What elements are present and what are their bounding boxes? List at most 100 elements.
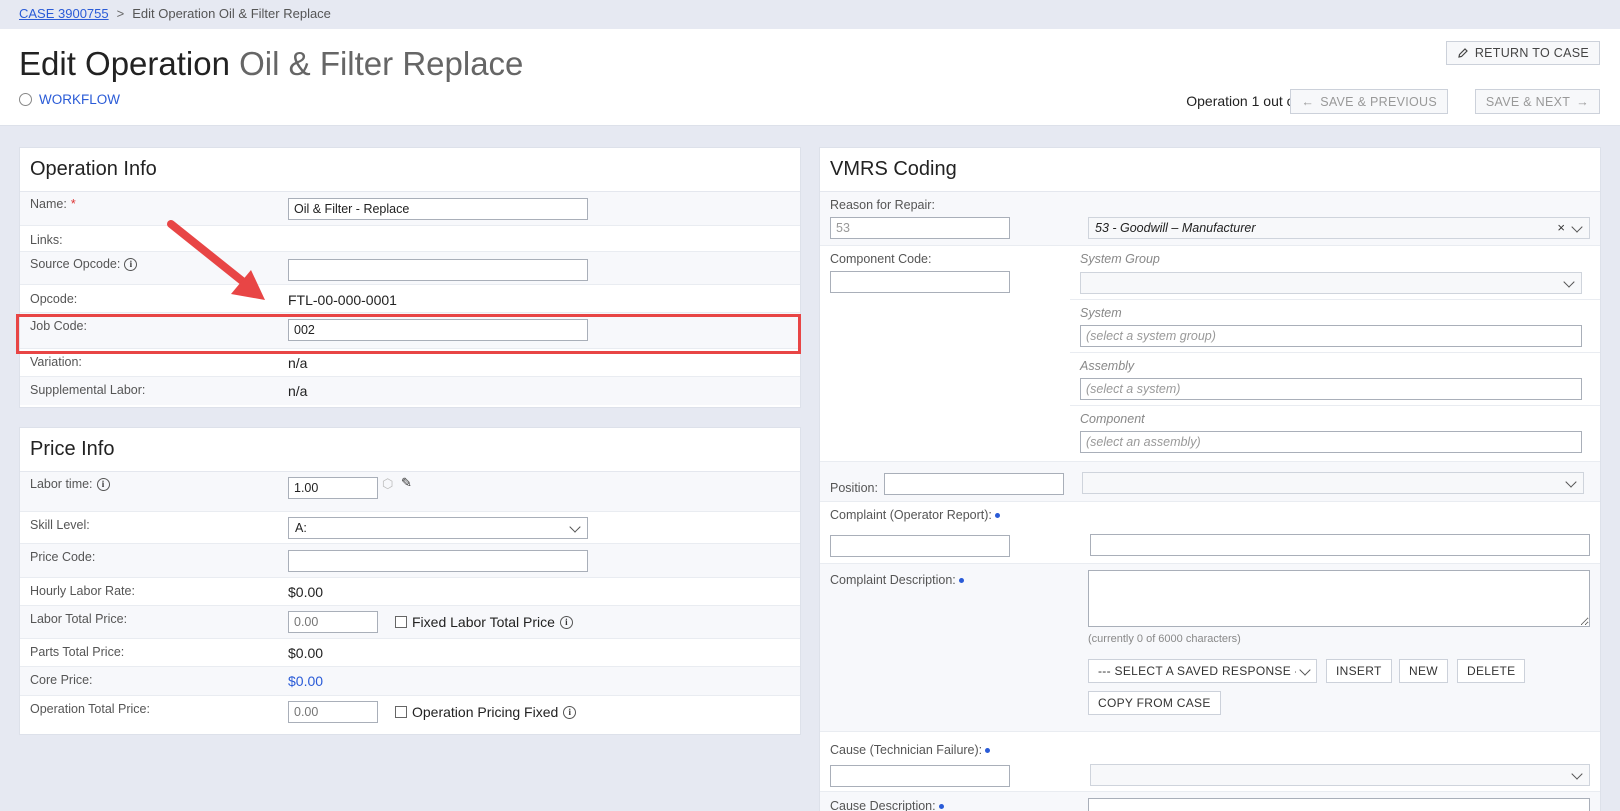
cause-row: Cause (Technician Failure): [820,732,1600,792]
reason-code-input[interactable] [830,217,1010,239]
opcode-value: FTL-00-000-0001 [288,292,397,308]
return-to-case-label: RETURN TO CASE [1474,46,1589,60]
workflow-label[interactable]: WORKFLOW [39,92,120,107]
name-label: Name: [30,197,67,211]
reason-select[interactable]: 53 - Goodwill – Manufacturer × [1088,217,1590,239]
labor-time-input[interactable] [288,477,378,499]
pencil-icon[interactable]: ✎ [401,475,412,491]
skill-level-value: A: [295,521,307,535]
cause-code-input[interactable] [830,765,1010,787]
opcode-row: Opcode: FTL-00-000-0001 [20,285,800,313]
operation-total-row: Operation Total Price: Operation Pricing… [20,696,800,729]
price-info-title: Price Info [20,428,800,472]
workflow-radio[interactable] [19,93,32,106]
save-next-button[interactable]: SAVE & NEXT → [1474,89,1600,114]
component-code-label: Component Code: [830,252,932,266]
hourly-rate-label: Hourly Labor Rate: [30,584,135,598]
required-dot-icon [994,513,1000,519]
supplemental-labor-row: Supplemental Labor: n/a [20,377,800,405]
operation-total-label: Operation Total Price: [30,702,150,716]
labor-time-label: Labor time: [30,477,93,491]
operation-info-panel: Operation Info Name:* Links: Source Opco… [19,147,801,408]
operation-pricing-fixed-label: Operation Pricing Fixed [412,704,559,720]
page-title: Edit Operation Oil & Filter Replace [19,45,523,83]
save-next-label: SAVE & NEXT [1485,94,1571,109]
breadcrumb-case-link[interactable]: CASE 3900755 [19,6,109,21]
new-button[interactable]: NEW [1399,659,1448,683]
cause-label: Cause (Technician Failure): [830,743,983,757]
cause-description-label: Cause Description: [830,799,936,811]
source-opcode-input[interactable] [288,259,588,281]
system-input[interactable]: (select a system group) [1080,325,1582,347]
links-label: Links: [30,233,63,247]
system-label: System [1080,306,1122,320]
core-price-row: Core Price: $0.00 [20,667,800,696]
skill-level-select[interactable]: A: [288,517,588,539]
page-header: Edit Operation Oil & Filter Replace WORK… [0,29,1620,126]
workflow-toggle[interactable]: WORKFLOW [19,92,120,107]
copy-from-case-button[interactable]: COPY FROM CASE [1088,691,1221,715]
save-previous-label: SAVE & PREVIOUS [1320,94,1437,109]
complaint-text-input[interactable] [1090,534,1590,556]
labor-time-row: Labor time:i ⬡ ✎ [20,472,800,512]
chevron-down-icon [1571,221,1583,233]
info-icon[interactable]: i [124,257,138,271]
fixed-labor-checkbox[interactable] [395,616,407,628]
info-icon[interactable]: i [563,705,577,719]
variation-label: Variation: [30,355,82,369]
delete-button[interactable]: DELETE [1457,659,1526,683]
required-dot-icon [958,578,964,584]
saved-response-select[interactable]: --- SELECT A SAVED RESPONSE --- [1088,659,1317,683]
labor-total-row: Labor Total Price: Fixed Labor Total Pri… [20,606,800,639]
component-input[interactable]: (select an assembly) [1080,431,1582,453]
complaint-description-row: Complaint Description: (currently 0 of 6… [820,564,1600,732]
fixed-labor-label: Fixed Labor Total Price [412,614,555,630]
supplemental-labor-value: n/a [288,383,308,399]
info-icon[interactable]: i [96,477,110,491]
labor-total-input[interactable] [288,611,378,633]
core-price-link[interactable]: $0.00 [288,673,323,689]
links-row: Links: [20,226,800,252]
return-to-case-button[interactable]: RETURN TO CASE [1445,41,1600,65]
system-group-label: System Group [1080,252,1160,266]
system-group-select[interactable] [1080,272,1582,294]
skill-level-label: Skill Level: [30,518,90,532]
operation-total-input[interactable] [288,701,378,723]
operation-pricing-fixed-checkbox[interactable] [395,706,407,718]
saved-response-value: --- SELECT A SAVED RESPONSE --- [1098,664,1296,678]
assembly-input[interactable]: (select a system) [1080,378,1582,400]
clear-icon[interactable]: × [1557,220,1565,235]
component-code-input[interactable] [830,271,1010,293]
arrow-left-icon: ← [1301,94,1315,109]
position-input[interactable] [884,473,1064,495]
skill-level-row: Skill Level: A: [20,512,800,544]
complaint-description-label: Complaint Description: [830,573,956,587]
pencil-icon [1458,48,1468,58]
component-sub-label: Component [1080,412,1145,426]
position-select[interactable] [1082,472,1584,494]
required-marker: * [70,197,76,211]
save-previous-button[interactable]: ← SAVE & PREVIOUS [1290,89,1448,114]
required-dot-icon [938,804,944,810]
red-arrow-icon [167,220,265,300]
chevron-down-icon [1299,664,1311,676]
complaint-description-textarea[interactable] [1088,570,1590,627]
name-input[interactable] [288,198,588,220]
breadcrumb-separator: > [116,6,125,21]
cause-select[interactable] [1090,764,1590,786]
info-icon[interactable]: i [559,615,573,629]
complaint-code-input[interactable] [830,535,1010,557]
chevron-down-icon [1563,276,1575,288]
position-label: Position: [830,481,878,495]
operation-info-rows: Name:* Links: Source Opcode:i Opcode: FT… [20,192,800,405]
job-code-highlight-box [16,314,801,354]
price-code-input[interactable] [288,550,588,572]
variation-value: n/a [288,355,308,371]
cause-description-textarea[interactable] [1088,798,1590,811]
parts-total-label: Parts Total Price: [30,645,125,659]
cause-description-row: Cause Description: [820,792,1600,811]
source-opcode-row: Source Opcode: i [20,252,800,285]
supplemental-labor-label: Supplemental Labor: [30,383,146,397]
cube-icon[interactable]: ⬡ [382,476,393,492]
insert-button[interactable]: INSERT [1326,659,1392,683]
